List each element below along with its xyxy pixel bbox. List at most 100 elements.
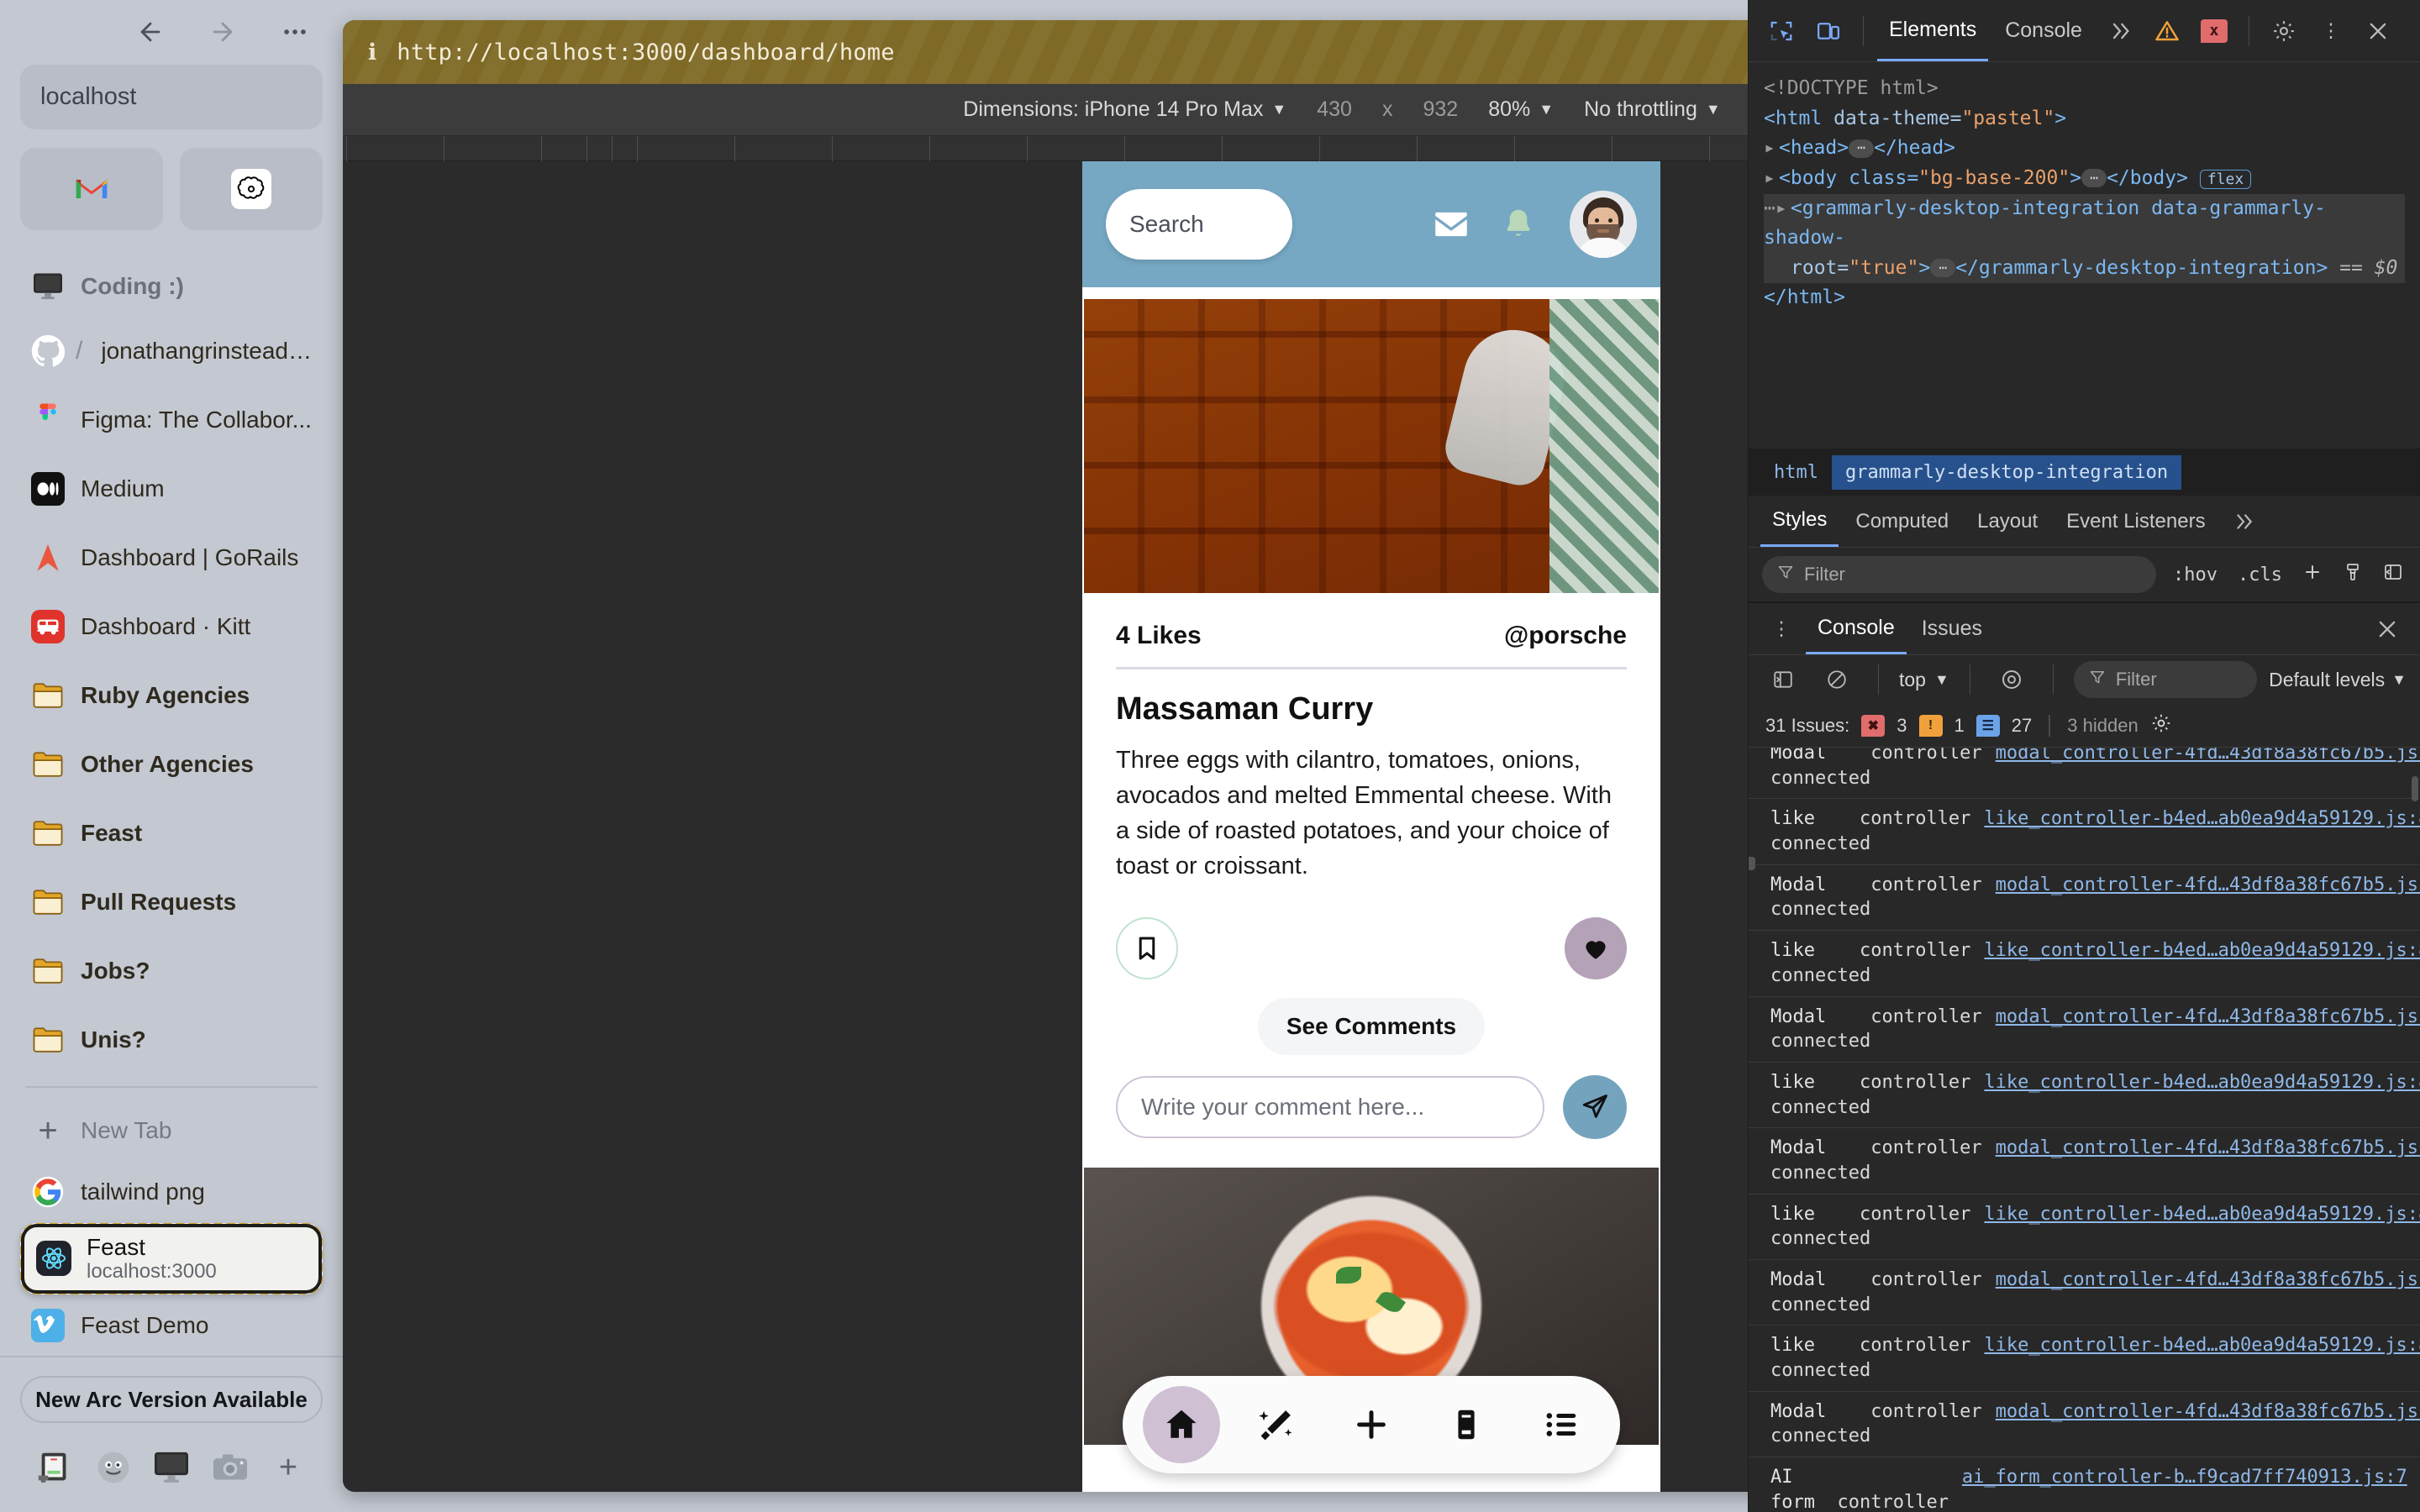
console-context-select[interactable]: top ▼ — [1899, 669, 1949, 691]
console-more-options-icon[interactable]: ⋮ — [1760, 608, 1802, 650]
console-message[interactable]: Modal controller connected modal_control… — [1749, 748, 2420, 800]
sidebar-tab-feast-active[interactable]: Feast localhost:3000 — [20, 1222, 323, 1294]
console-message[interactable]: Modal controller connected modal_control… — [1749, 997, 2420, 1063]
sidebar-item-kitt[interactable]: Dashboard · Kitt — [20, 592, 323, 661]
gear-icon[interactable] — [2263, 10, 2305, 52]
info-icon[interactable]: ℹ — [368, 39, 376, 66]
console-message[interactable]: Modal controller connected modal_control… — [1749, 1392, 2420, 1458]
search-input[interactable]: Search — [1106, 189, 1292, 260]
breadcrumb-html[interactable]: html — [1760, 455, 1832, 490]
console-message[interactable]: Modal controller connected modal_control… — [1749, 1128, 2420, 1194]
ellipsis-icon[interactable]: ⋯ — [1930, 259, 1956, 278]
nav-list-button[interactable] — [1523, 1386, 1600, 1463]
styles-filter-input[interactable]: Filter — [1762, 556, 2157, 593]
post-image-baklava[interactable] — [1084, 299, 1659, 593]
sidebar-url-input[interactable]: localhost — [20, 64, 323, 129]
post-handle[interactable]: @porsche — [1504, 622, 1627, 650]
sidebar-tab-feast-demo[interactable]: Feast Demo — [20, 1294, 323, 1356]
forward-arrow-icon[interactable] — [203, 13, 242, 51]
console-message[interactable]: like controller connected like_controlle… — [1749, 931, 2420, 997]
sidebar-item-feast-folder[interactable]: Feast — [20, 799, 323, 868]
tab-computed[interactable]: Computed — [1844, 496, 1960, 547]
console-sidebar-icon[interactable] — [1762, 659, 1804, 701]
close-devtools-icon[interactable] — [2357, 10, 2399, 52]
sidebar-item-figma[interactable]: Figma: The Collabor... — [20, 386, 323, 454]
console-message[interactable]: Modal controller connected modal_control… — [1749, 865, 2420, 932]
tree-row-head[interactable]: ▸ <head> ⋯ </head> — [1764, 134, 2405, 164]
console-message-source[interactable]: like_controller-b4ed…ab0ea9d4a59129.js:8 — [1984, 1333, 2420, 1358]
more-dots-icon[interactable] — [276, 13, 314, 51]
console-message-source[interactable]: like_controller-b4ed…ab0ea9d4a59129.js:8 — [1984, 1070, 2420, 1095]
console-filter-input[interactable]: Filter — [2073, 661, 2258, 698]
expand-arrow-icon[interactable]: ▸ — [1764, 134, 1779, 164]
sidebar-item-other-agencies[interactable]: Other Agencies — [20, 730, 323, 799]
mail-icon[interactable] — [1425, 198, 1477, 250]
console-message[interactable]: like controller connected like_controlle… — [1749, 1194, 2420, 1260]
comment-input[interactable]: Write your comment here... — [1116, 1076, 1544, 1139]
new-tab-button[interactable]: + New Tab — [20, 1100, 323, 1161]
close-console-icon[interactable] — [2366, 608, 2408, 650]
console-message[interactable]: like controller connected like_controlle… — [1749, 1326, 2420, 1392]
console-message-source[interactable]: ai_form_controller-b…f9cad7ff740913.js:7 — [1962, 1465, 2407, 1490]
device-height-input[interactable]: 932 — [1407, 97, 1473, 122]
console-message[interactable]: like controller connected like_controlle… — [1749, 1063, 2420, 1129]
issues-gear-icon[interactable] — [2150, 712, 2172, 739]
tree-row-body[interactable]: ▸ <body class="bg-base-200"> ⋯ </body> flex — [1764, 164, 2405, 194]
devtools-more-options-icon[interactable]: ⋮ — [2310, 10, 2352, 52]
console-message-source[interactable]: modal_controller-4fd…43df8a38fc67b5.js:6 — [1996, 1136, 2420, 1161]
nav-magic-wand-button[interactable] — [1238, 1386, 1315, 1463]
tab-layout[interactable]: Layout — [1965, 496, 2049, 547]
see-comments-button[interactable]: See Comments — [1257, 998, 1486, 1056]
inspect-element-icon[interactable] — [1760, 10, 1802, 52]
console-message-source[interactable]: modal_controller-4fd…43df8a38fc67b5.js:6 — [1996, 1268, 2420, 1293]
console-message[interactable]: like controller connected like_controlle… — [1749, 799, 2420, 865]
new-arc-version-button[interactable]: New Arc Version Available — [20, 1376, 323, 1424]
sidebar-tab-tailwind-png[interactable]: tailwind png — [20, 1161, 323, 1222]
device-toolbar-toggle-icon[interactable] — [1807, 10, 1849, 52]
tree-row-html[interactable]: <html data-theme="pastel"> — [1764, 104, 2405, 134]
camera-icon[interactable] — [208, 1445, 253, 1490]
nav-book-button[interactable] — [1428, 1386, 1505, 1463]
device-throttling-select[interactable]: No throttling ▼ — [1569, 97, 1736, 122]
expand-arrow-icon[interactable]: ▸ — [1776, 194, 1791, 224]
bell-icon[interactable] — [1492, 198, 1544, 250]
console-issues-bar[interactable]: 31 Issues: ✖ 3 ! 1 ☰ 27 3 hidden — [1749, 704, 2420, 748]
nav-home-button[interactable] — [1143, 1386, 1221, 1463]
send-comment-button[interactable] — [1563, 1075, 1627, 1140]
gmail-shortcut[interactable] — [20, 147, 163, 230]
cls-button[interactable]: .cls — [2234, 564, 2286, 585]
console-message[interactable]: AI form controller connected! ai_form_co… — [1749, 1457, 2420, 1512]
console-message-source[interactable]: modal_controller-4fd…43df8a38fc67b5.js:6 — [1996, 748, 2420, 766]
plus-icon[interactable] — [2299, 562, 2326, 587]
openai-shortcut[interactable] — [180, 147, 323, 230]
sidebar-item-github[interactable]: / jonathangrinstead/f... — [20, 317, 323, 386]
console-log[interactable]: Modal controller connected modal_control… — [1749, 748, 2420, 1512]
console-message-source[interactable]: like_controller-b4ed…ab0ea9d4a59129.js:8 — [1984, 806, 2420, 832]
nav-add-button[interactable] — [1333, 1386, 1410, 1463]
monitor-icon[interactable] — [149, 1445, 194, 1490]
sidebar-item-gorails[interactable]: Dashboard | GoRails — [20, 523, 323, 592]
emoji-face-icon[interactable] — [91, 1445, 136, 1490]
tab-styles[interactable]: Styles — [1760, 496, 1839, 547]
like-button[interactable] — [1565, 917, 1627, 980]
chevrons-right-icon[interactable] — [2223, 501, 2265, 543]
console-message-source[interactable]: like_controller-b4ed…ab0ea9d4a59129.js:8 — [1984, 938, 2420, 963]
toggle-sidebar-icon[interactable] — [2380, 562, 2407, 587]
sidebar-item-jobs[interactable]: Jobs? — [20, 937, 323, 1005]
device-width-input[interactable]: 430 — [1302, 97, 1367, 122]
ellipsis-icon[interactable]: ⋯ — [2081, 169, 2107, 188]
console-levels-select[interactable]: Default levels ▼ — [2269, 669, 2407, 691]
breadcrumb-grammarly[interactable]: grammarly-desktop-integration — [1831, 454, 2182, 490]
clear-console-icon[interactable] — [1816, 659, 1858, 701]
avatar[interactable] — [1570, 191, 1637, 258]
url-text[interactable]: http://localhost:3000/dashboard/home — [397, 39, 894, 66]
laptop-space-icon[interactable] — [32, 1445, 77, 1490]
plus-icon[interactable]: + — [266, 1445, 311, 1490]
console-message-source[interactable]: modal_controller-4fd…43df8a38fc67b5.js:6 — [1996, 1399, 2420, 1425]
sidebar-space-coding[interactable]: Coding :) — [20, 255, 323, 317]
tab-console[interactable]: Console — [1993, 1, 2094, 61]
row-more-icon[interactable]: ⋯ — [1764, 197, 1776, 219]
tree-row-grammarly[interactable]: ⋯▸ <grammarly-desktop-integration data-gr… — [1764, 193, 2405, 284]
warning-triangle-icon[interactable] — [2146, 10, 2188, 52]
sidebar-item-ruby-agencies[interactable]: Ruby Agencies — [20, 661, 323, 730]
